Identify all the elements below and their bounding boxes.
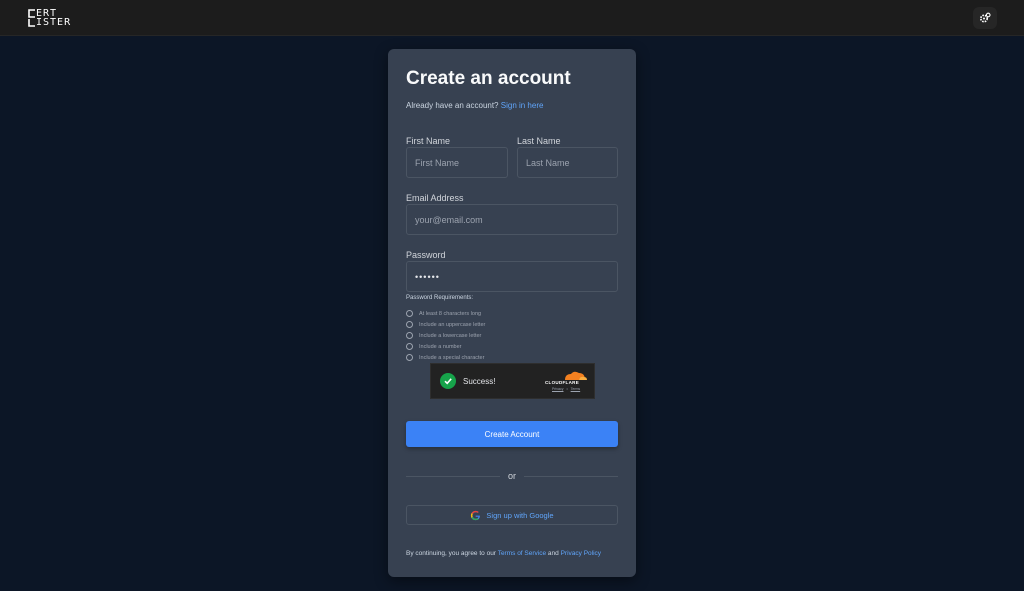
google-g-icon [471,510,481,520]
password-requirements-title: Password Requirements: [406,295,474,301]
password-label: Password [406,250,446,260]
requirement-item: At least 8 characters long [406,308,485,319]
captcha-links: Privacy • Terms [552,387,580,391]
requirement-item: Include a lowercase letter [406,330,485,341]
captcha-terms-link[interactable]: Terms [571,387,581,391]
unchecked-circle-icon [406,343,413,350]
requirement-text: Include a lowercase letter [419,332,482,339]
signin-prompt: Already have an account? Sign in here [406,101,543,110]
page-title: Create an account [406,68,571,89]
success-check-icon [440,373,456,389]
terms-prefix: By continuing, you agree to our [406,550,496,557]
signin-prompt-text: Already have an account? [406,101,499,110]
top-bar: ERT ISTER [0,0,1024,36]
password-field[interactable]: •••••• [406,261,618,292]
requirement-item: Include a special character [406,352,485,363]
gear-icon [979,12,991,23]
unchecked-circle-icon [406,354,413,361]
terms-notice: By continuing, you agree to our Terms of… [406,550,601,557]
certlister-logo[interactable]: ERT ISTER [26,8,86,30]
unchecked-circle-icon [406,321,413,328]
signup-card: Create an account Already have an accoun… [388,49,636,577]
captcha-link-separator: • [566,387,568,391]
captcha-privacy-link[interactable]: Privacy [552,387,563,391]
google-signup-button[interactable]: Sign up with Google [406,505,618,525]
last-name-label: Last Name [517,136,561,146]
email-label: Email Address [406,193,464,203]
signin-link[interactable]: Sign in here [501,101,544,110]
requirement-item: Include an uppercase letter [406,319,485,330]
password-requirements-list: At least 8 characters long Include an up… [406,308,485,363]
or-divider: or [406,469,618,483]
cloudflare-brand: CLOUDFLARE [545,380,579,385]
first-name-field[interactable]: First Name [406,147,508,178]
create-account-button[interactable]: Create Account [406,421,618,447]
google-signup-label: Sign up with Google [486,510,554,520]
logo-text-bottom: ISTER [36,17,72,28]
requirement-item: Include a number [406,341,485,352]
terms-of-service-link[interactable]: Terms of Service [498,550,546,557]
settings-button[interactable] [973,7,997,29]
captcha-status: Success! [463,377,496,386]
unchecked-circle-icon [406,310,413,317]
cloudflare-captcha-widget[interactable]: Success! CLOUDFLARE Privacy • Terms [430,363,595,399]
requirement-text: Include a number [419,343,462,350]
privacy-policy-link[interactable]: Privacy Policy [561,550,601,557]
terms-and: and [547,550,559,557]
email-field[interactable]: your@email.com [406,204,618,235]
requirement-text: Include an uppercase letter [419,321,486,328]
requirement-text: At least 8 characters long [419,310,482,317]
unchecked-circle-icon [406,332,413,339]
divider-text: or [507,471,516,481]
requirement-text: Include a special character [419,354,485,361]
first-name-label: First Name [406,136,451,146]
last-name-field[interactable]: Last Name [517,147,618,178]
